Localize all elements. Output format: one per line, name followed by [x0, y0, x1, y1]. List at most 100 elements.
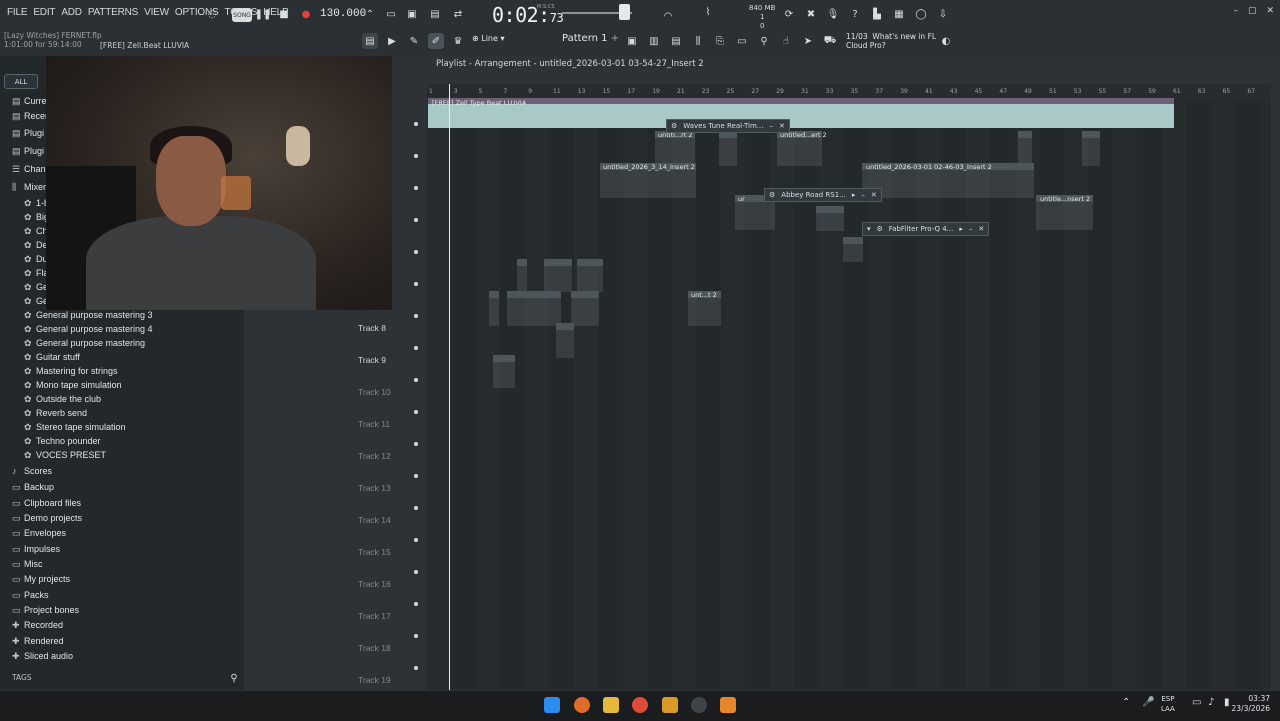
mixer-preset-item[interactable]: ✿ Mastering for strings — [24, 366, 118, 380]
track-mute-dot[interactable] — [414, 122, 418, 126]
arrow-icon[interactable]: ▸ — [852, 191, 856, 199]
maximize-icon[interactable]: ▢ — [1248, 6, 1257, 16]
play-pattern-icon[interactable]: ▶ — [384, 33, 400, 49]
track-label[interactable]: Track 12 — [358, 451, 391, 461]
track-label[interactable]: Track 16 — [358, 579, 391, 589]
track-label[interactable]: Track 17 — [358, 611, 391, 621]
plugin-window-abbey-road[interactable]: ⚙ Abbey Road RS1... ▸ – ✕ — [764, 188, 882, 202]
tempo-display[interactable]: 130.000 — [320, 8, 366, 20]
gear-icon[interactable]: ⚙ — [671, 122, 677, 130]
audio-clip[interactable] — [577, 259, 603, 292]
download-icon[interactable]: ⇩ — [935, 6, 951, 22]
fl-studio-active-icon[interactable] — [720, 697, 736, 713]
browser-folder-demo[interactable]: ▭ Demo projects — [12, 513, 82, 527]
record-icon[interactable]: ● — [298, 6, 314, 22]
browser-item-current[interactable]: ▤ Curre — [12, 96, 47, 110]
browser-folder-recorded[interactable]: ✚ Recorded — [12, 620, 63, 634]
minimize-icon[interactable]: – — [1233, 6, 1238, 16]
track-label[interactable]: Track 13 — [358, 483, 391, 493]
cart-icon[interactable]: ⛟ — [822, 33, 838, 49]
loop-icon[interactable]: ⇄ — [450, 6, 466, 22]
chat-icon[interactable]: ◯ — [913, 6, 929, 22]
gear-icon[interactable]: ⚙ — [877, 225, 883, 233]
mixer-preset-item[interactable]: ✿ Guitar stuff — [24, 352, 80, 366]
snap-magnet-icon[interactable]: ▤ — [362, 33, 378, 49]
track-mute-dot[interactable] — [414, 250, 418, 254]
track-label[interactable]: Track 15 — [358, 547, 391, 557]
metronome-icon[interactable]: ⌃ — [362, 6, 378, 22]
language-indicator[interactable]: ESP LAA — [1161, 694, 1175, 714]
monitor-icon[interactable]: ▭ — [1192, 697, 1201, 708]
track-label[interactable]: Track 10 — [358, 387, 391, 397]
track-mute-dot[interactable] — [414, 314, 418, 318]
audio-clip[interactable] — [1018, 131, 1032, 166]
browser-folder-rendered[interactable]: ✚ Rendered — [12, 636, 64, 650]
browser-folder-sliced-audio[interactable]: ✚ Sliced audio — [12, 651, 73, 665]
mixer-preset-item[interactable]: ✿ General purpose mastering 3 — [24, 310, 153, 324]
pitch-knob-icon[interactable]: ◠ — [660, 8, 676, 24]
touch-icon[interactable]: ☝ — [778, 33, 794, 49]
browser-all-button[interactable]: ALL — [4, 74, 38, 89]
track-mute-dot[interactable] — [414, 346, 418, 350]
audio-clip[interactable] — [517, 259, 527, 292]
song-mode-button[interactable]: SONG — [232, 8, 252, 22]
track-mute-dot[interactable] — [414, 154, 418, 158]
browser-icon[interactable]: ▭ — [734, 33, 750, 49]
audio-clip[interactable] — [1082, 131, 1100, 166]
browser-folder-misc[interactable]: ▭ Misc — [12, 559, 43, 573]
track-mute-dot[interactable] — [414, 282, 418, 286]
browser-folder-my-projects[interactable]: ▭ My projects — [12, 574, 70, 588]
chevron-up-icon[interactable]: ⌃ — [1122, 697, 1130, 708]
file-explorer-icon[interactable] — [603, 697, 619, 713]
track-mute-dot[interactable] — [414, 218, 418, 222]
playlist-icon[interactable]: ▣ — [624, 33, 640, 49]
plugin-db-icon[interactable]: ⎘ — [712, 33, 728, 49]
track-label[interactable]: Track 18 — [358, 643, 391, 653]
close-icon[interactable]: ✕ — [871, 191, 877, 199]
audio-clip[interactable] — [489, 291, 499, 326]
channel-rack-icon[interactable]: ▤ — [668, 33, 684, 49]
audio-clip-beat[interactable] — [428, 98, 1174, 128]
mixer-preset-item[interactable]: ✿ General purpose mastering 4 — [24, 324, 153, 338]
news-panel[interactable]: 11/03 What's new in FL Cloud Pro? — [846, 32, 936, 50]
help-icon[interactable]: ? — [847, 6, 863, 22]
mixer-preset-item[interactable]: ✿ Reverb send — [24, 408, 87, 422]
track-label[interactable]: Track 9 — [358, 355, 386, 365]
track-label[interactable]: Track 19 — [358, 675, 391, 685]
track-mute-dot[interactable] — [414, 474, 418, 478]
browser-folder-impulses[interactable]: ▭ Impulses — [12, 544, 60, 558]
browser-folder-envelopes[interactable]: ▭ Envelopes — [12, 528, 66, 542]
firefox-icon[interactable] — [574, 697, 590, 713]
menu-file[interactable]: FILE — [4, 7, 30, 18]
mixer-preset-item[interactable]: ✿ Techno pounder — [24, 436, 101, 450]
browser-folder-project-bones[interactable]: ▭ Project bones — [12, 605, 79, 619]
close-icon[interactable]: ✕ — [1266, 6, 1274, 16]
browser-folder-scores[interactable]: ♪ Scores — [12, 466, 52, 480]
menu-patterns[interactable]: PATTERNS — [85, 7, 141, 18]
tags-label[interactable]: TAGS — [12, 673, 32, 682]
refresh-icon[interactable]: ⟳ — [781, 6, 797, 22]
menu-view[interactable]: VIEW — [141, 7, 172, 18]
paint-tool-icon[interactable]: ✐ — [428, 33, 444, 49]
gear-icon[interactable]: ⚙ — [769, 191, 775, 199]
stamp-icon[interactable]: ♛ — [450, 33, 466, 49]
track-mute-dot[interactable] — [414, 506, 418, 510]
step-edit-icon[interactable]: ▤ — [427, 6, 443, 22]
mixer-preset-item[interactable]: ✿ General purpose mastering — [24, 338, 145, 352]
mixer-icon[interactable]: ⫼ — [690, 33, 706, 49]
obs-icon[interactable] — [691, 697, 707, 713]
minimize-icon[interactable]: – — [969, 225, 973, 233]
plugin-window-waves-tune[interactable]: ⚙ Waves Tune Real-Tim... – ✕ — [666, 119, 790, 133]
pattern-selector[interactable]: Pattern 1 + — [562, 33, 619, 44]
mixer-preset-item[interactable]: ✿ VOCES PRESET — [24, 450, 106, 464]
track-mute-dot[interactable] — [414, 538, 418, 542]
microphone-icon[interactable]: 🎤 — [1142, 697, 1154, 708]
send-icon[interactable]: ➤ — [800, 33, 816, 49]
render-icon[interactable]: ▦ — [891, 6, 907, 22]
arrow-icon[interactable]: ▸ — [959, 225, 963, 233]
system-clock[interactable]: 03:37 23/3/2026 — [1232, 694, 1270, 714]
audio-clip[interactable] — [719, 131, 737, 166]
browser-item-channel-presets[interactable]: ☰ Chann — [12, 164, 51, 178]
microphone-icon[interactable]: 🎙 — [825, 6, 841, 22]
browser-folder-backup[interactable]: ▭ Backup — [12, 482, 54, 496]
